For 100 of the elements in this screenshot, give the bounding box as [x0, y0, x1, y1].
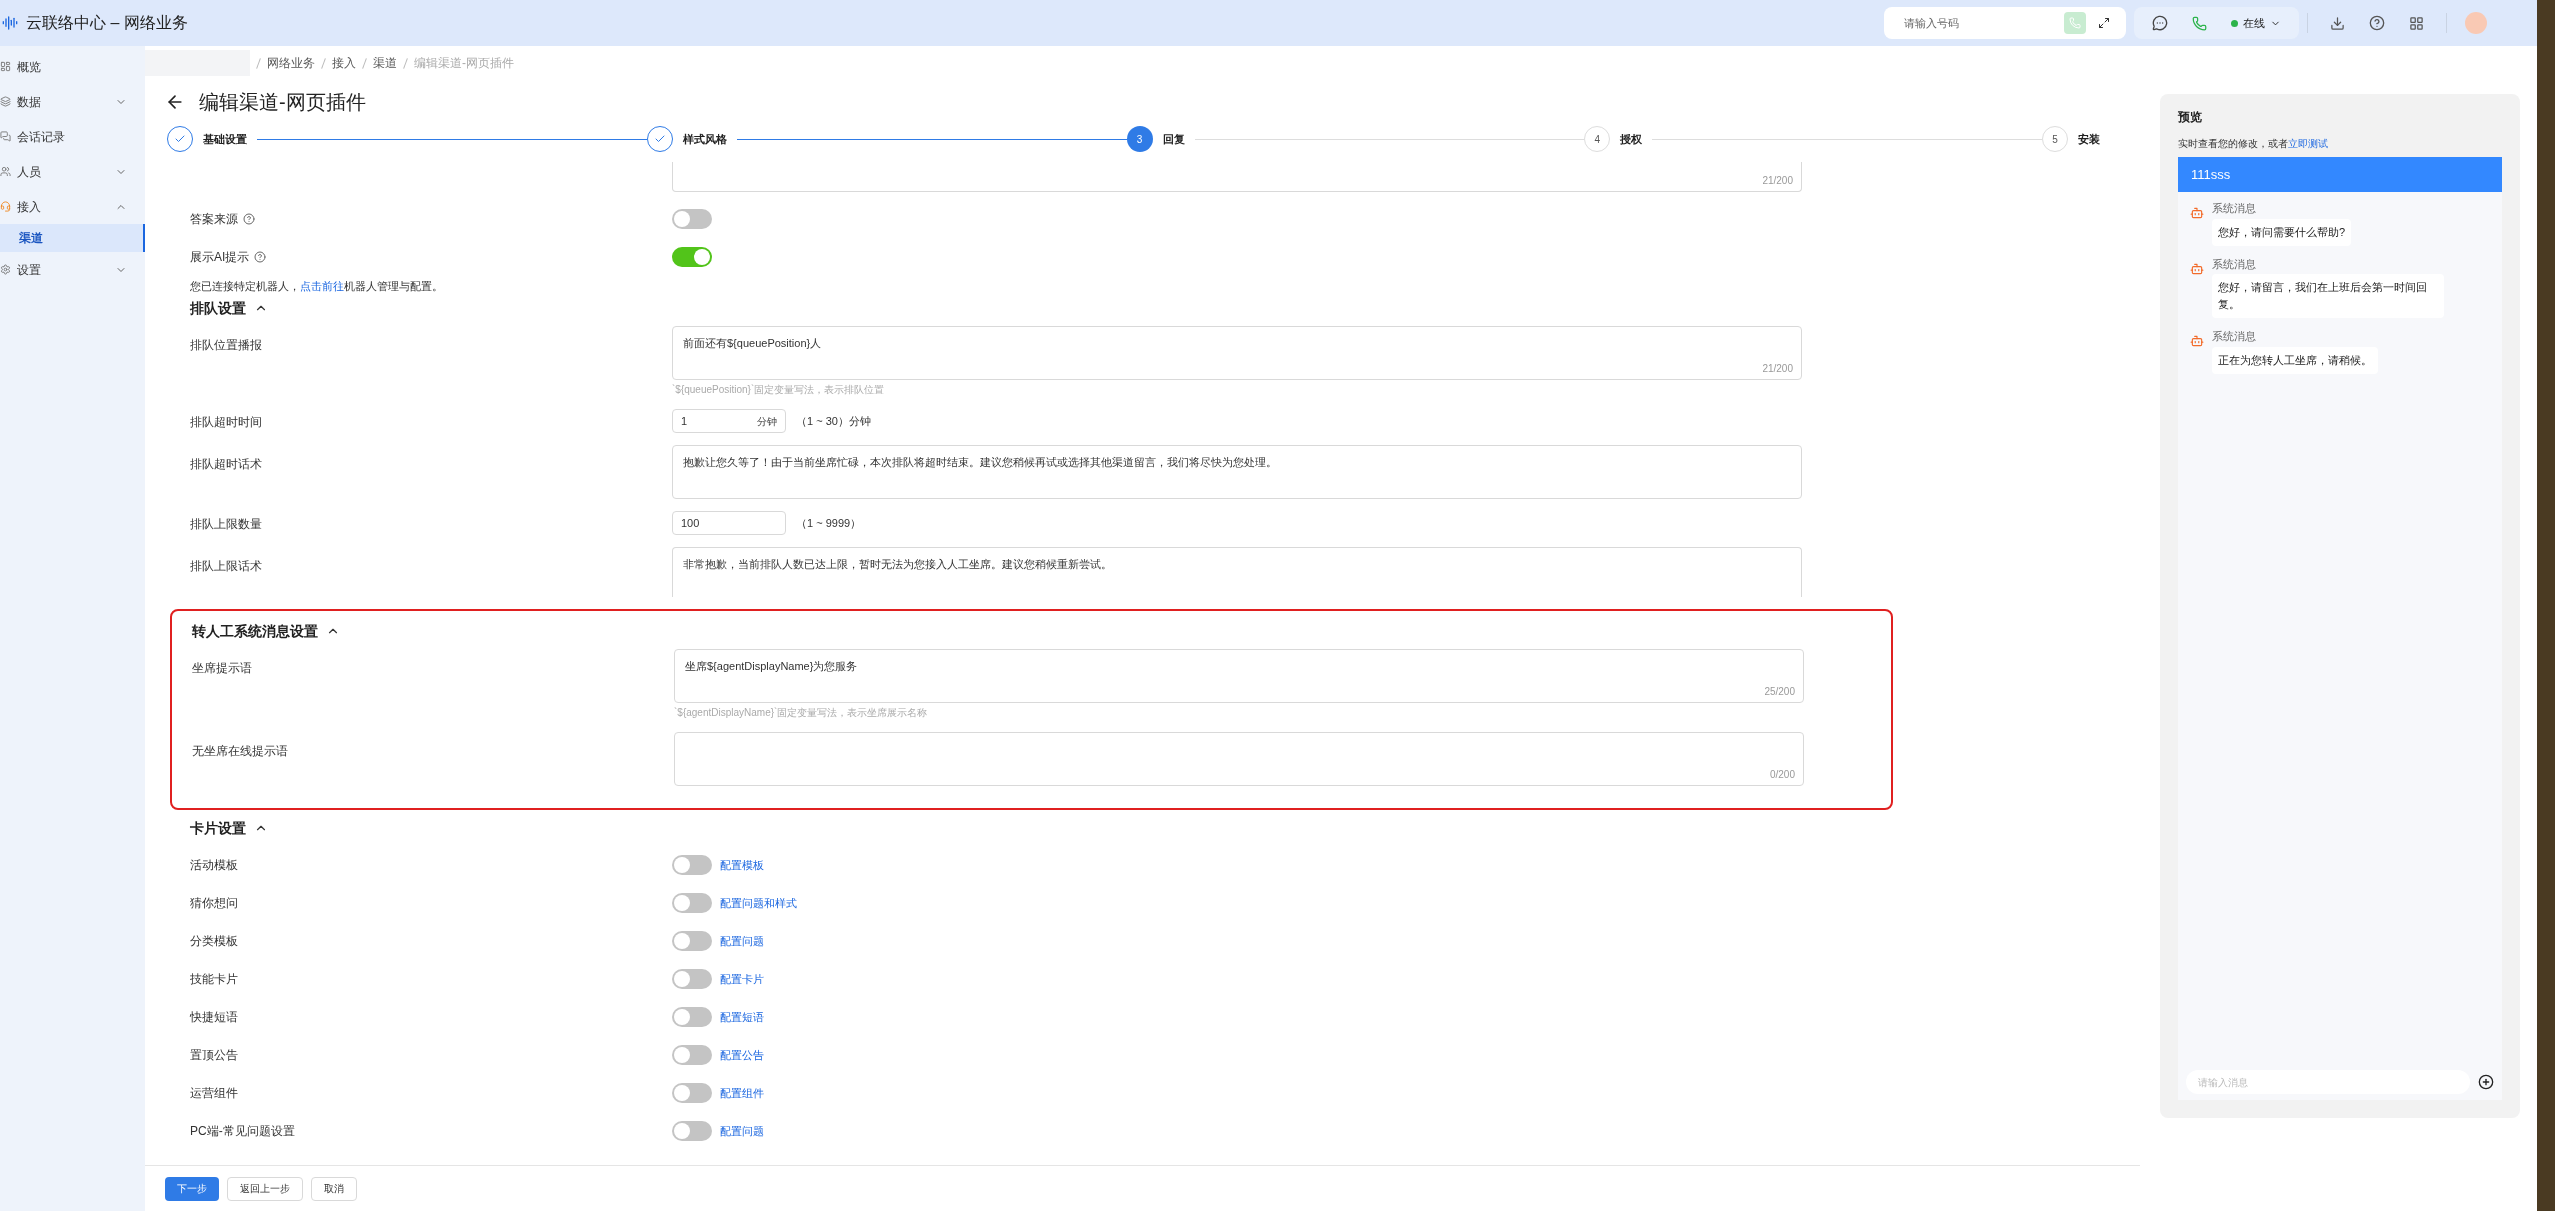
range-hint: （1 ~ 30）分钟 — [796, 413, 871, 429]
text-area[interactable]: 坐席${agentDisplayName}为您服务 25/200 — [674, 649, 1804, 703]
message-bubble: 您好，请留言，我们在上班后会第一时间回复。 — [2212, 274, 2444, 318]
check-icon — [653, 133, 666, 145]
config-link[interactable]: 配置组件 — [720, 1084, 764, 1102]
toggle-switch[interactable] — [672, 855, 712, 875]
config-link[interactable]: 配置卡片 — [720, 970, 764, 988]
config-link[interactable]: 配置问题和样式 — [720, 894, 797, 912]
field-hint: `${agentDisplayName}`固定变量写法，表示坐席展示名称 — [674, 706, 929, 720]
step-label: 基础设置 — [203, 131, 247, 147]
toggle-switch[interactable] — [672, 931, 712, 951]
goto-link[interactable]: 点击前往 — [300, 279, 344, 292]
breadcrumb-link[interactable]: 接入 — [332, 54, 356, 72]
toggle-switch[interactable] — [672, 893, 712, 913]
field-label: 排队超时时间 — [190, 415, 262, 429]
step-label: 回复 — [1162, 131, 1185, 147]
number-input[interactable]: 1 分钟 — [672, 409, 786, 433]
headset-icon — [0, 201, 11, 212]
sidebar-subitem[interactable]: 渠道 — [0, 224, 145, 252]
test-link[interactable]: 立即测试 — [2288, 138, 2328, 149]
secondary-button[interactable]: 取消 — [311, 1176, 357, 1201]
input-value: 1 — [681, 413, 688, 429]
dashboard-icon — [0, 61, 11, 72]
field-label: 答案来源 — [190, 211, 238, 228]
settings-icon — [0, 264, 11, 275]
char-counter: 25/200 — [1764, 685, 1795, 699]
config-link[interactable]: 配置公告 — [720, 1046, 764, 1064]
field-label: 置顶公告 — [190, 1047, 238, 1064]
unit-label: 分钟 — [757, 414, 777, 429]
field-label: 运营组件 — [190, 1085, 238, 1102]
help-icon[interactable] — [2369, 15, 2385, 31]
step-label: 样式风格 — [682, 131, 727, 147]
config-link[interactable]: 配置模板 — [720, 856, 764, 874]
input-value: 100 — [681, 515, 700, 531]
secondary-button[interactable]: 返回上一步 — [227, 1176, 303, 1201]
field-label: PC端-常见问题设置 — [190, 1123, 295, 1140]
number-input[interactable]: 100 — [672, 511, 786, 535]
help-icon[interactable] — [243, 213, 255, 225]
step-indicator[interactable]: 3 — [1126, 126, 1153, 152]
range-hint: （1 ~ 9999） — [796, 515, 862, 531]
field-label: 排队超时话术 — [190, 457, 262, 471]
status-dropdown[interactable]: 在线 — [2231, 14, 2281, 32]
char-counter: 21/200 — [1762, 362, 1793, 376]
field-label: 排队上限话术 — [190, 559, 262, 573]
step-label: 安装 — [2078, 131, 2100, 147]
field-label: 分类模板 — [190, 933, 238, 950]
text-area[interactable]: 抱歉让您久等了！由于当前坐席忙碌，本次排队将超时结束。建议您稍候再试或选择其他渠道留言，我们将尽快为您处理。 — [672, 445, 1802, 499]
text-area[interactable]: 前面还有${queuePosition}人 21/200 — [672, 326, 1802, 380]
field-label: 技能卡片 — [190, 971, 238, 988]
sidebar-item[interactable]: 概览 — [0, 49, 145, 84]
field-label: 排队上限数量 — [190, 517, 262, 531]
config-link[interactable]: 配置问题 — [720, 1122, 764, 1140]
robot-icon — [2190, 206, 2204, 220]
download-icon[interactable] — [2330, 15, 2345, 31]
check-icon — [174, 133, 186, 145]
sidebar-item[interactable]: 人员 — [0, 154, 145, 189]
apps-icon[interactable] — [2409, 15, 2424, 31]
chat-header: 111sss — [2178, 157, 2502, 192]
logo-icon — [2, 15, 18, 31]
breadcrumb-link[interactable]: 网络业务 — [267, 54, 315, 72]
char-counter: 21/200 — [1762, 174, 1793, 188]
toggle-switch[interactable] — [672, 1007, 712, 1027]
toggle-switch[interactable] — [672, 209, 712, 229]
field-label: 快捷短语 — [190, 1009, 238, 1026]
sidebar-item[interactable]: 会话记录 — [0, 119, 145, 154]
add-icon[interactable] — [2478, 1074, 2494, 1090]
message-bubble: 您好，请问需要什么帮助? — [2212, 218, 2352, 246]
config-link[interactable]: 配置短语 — [720, 1008, 764, 1026]
phone-icon[interactable] — [2192, 15, 2207, 31]
help-icon[interactable] — [254, 251, 267, 263]
sidebar-item[interactable]: 接入 — [0, 189, 145, 224]
config-link[interactable]: 配置问题 — [720, 932, 764, 950]
breadcrumb-link[interactable]: 渠道 — [373, 54, 397, 72]
step-label: 授权 — [1620, 131, 1643, 147]
preview-title: 预览 — [2178, 109, 2203, 126]
message-input[interactable]: 请输入消息 — [2186, 1070, 2470, 1094]
text-area[interactable]: 非常抱歉，当前排队人数已达上限，暂时无法为您接入人工坐席。建议您稍候重新尝试。 — [672, 547, 1802, 597]
char-counter: 0/200 — [1769, 768, 1795, 782]
field-label: 排队位置播报 — [190, 338, 262, 352]
toggle-switch[interactable] — [672, 1121, 712, 1141]
sidebar-item[interactable]: 数据 — [0, 84, 145, 119]
sender-name: 系统消息 — [2212, 201, 2257, 216]
field-hint: `${queuePosition}`固定变量写法，表示排队位置 — [672, 383, 886, 397]
robot-note: 您已连接特定机器人，点击前往机器人管理与配置。 — [190, 278, 443, 294]
sidebar-item[interactable]: 设置 — [0, 252, 145, 287]
toggle-switch[interactable] — [672, 1083, 712, 1103]
message-bubble: 正在为您转人工坐席，请稍候。 — [2212, 346, 2378, 374]
field-label: 活动模板 — [190, 857, 238, 874]
layers-icon — [0, 96, 11, 107]
expand-icon[interactable] — [2098, 17, 2110, 29]
app-title: 云联络中心 – 网络业务 — [26, 13, 188, 33]
phone-number-field[interactable]: 请输入号码 — [1884, 7, 2064, 39]
toggle-switch[interactable] — [672, 1045, 712, 1065]
chat-icon — [0, 131, 11, 142]
toggle-switch[interactable] — [672, 969, 712, 989]
toggle-switch[interactable] — [672, 247, 712, 267]
next-button[interactable]: 下一步 — [165, 1176, 219, 1201]
field-label: 坐席提示语 — [192, 661, 252, 675]
message-icon[interactable] — [2152, 15, 2168, 31]
phone-icon — [2069, 17, 2081, 29]
